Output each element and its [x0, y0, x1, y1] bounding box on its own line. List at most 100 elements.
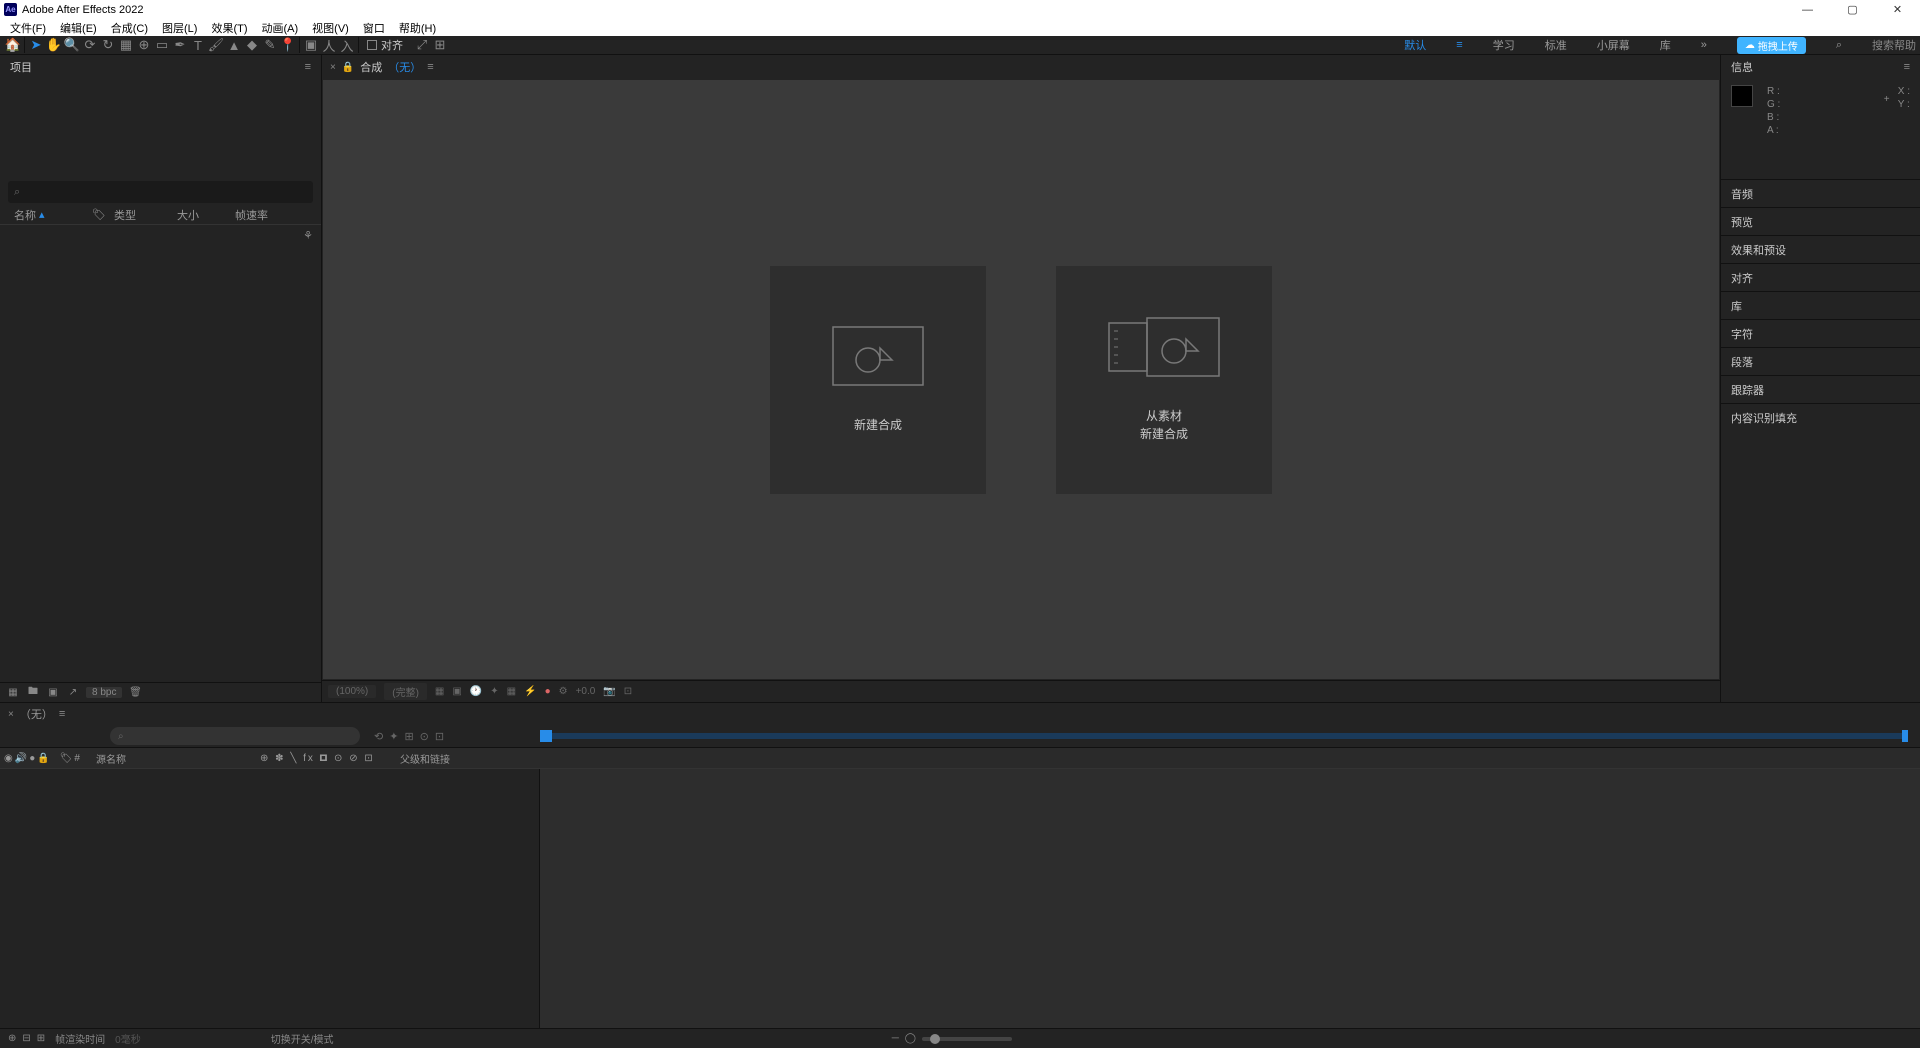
workspace-small[interactable]: 小屏幕 [1597, 37, 1630, 53]
lock-icon[interactable]: 🔒 [342, 62, 354, 73]
menu-animation[interactable]: 动画(A) [262, 20, 299, 36]
mask-btn-icon[interactable]: ▣ [452, 686, 461, 697]
tl-ico4[interactable]: ⊙ [420, 730, 429, 743]
trash-icon[interactable]: 🗑 [128, 687, 142, 698]
menu-window[interactable]: 窗口 [363, 20, 385, 36]
workspace-standard[interactable]: 标准 [1545, 37, 1567, 53]
gear-icon[interactable]: ⚙ [559, 686, 568, 697]
panel-tracker[interactable]: 跟踪器 [1721, 375, 1920, 403]
minimize-button[interactable]: — [1785, 0, 1830, 19]
flowchart-icon[interactable]: ⚘ [303, 229, 313, 242]
brush-tool[interactable]: 🖌 [207, 36, 225, 54]
tlf-ico3[interactable]: ⊞ [37, 1033, 45, 1044]
snap-btn-icon[interactable]: ✦ [490, 686, 498, 697]
workspace-overflow-icon[interactable]: » [1701, 39, 1707, 51]
menu-edit[interactable]: 编辑(E) [60, 20, 97, 36]
close-tab-icon[interactable]: × [330, 62, 336, 73]
region-icon[interactable]: ⊡ [624, 686, 632, 697]
solo-col-icon[interactable]: ● [29, 753, 35, 764]
stroke-icon[interactable]: 人 [320, 36, 338, 54]
tl-ico2[interactable]: ✦ [389, 730, 398, 743]
grid-btn-icon[interactable]: ▦ [435, 686, 444, 697]
col-type[interactable]: 类型 [114, 207, 169, 223]
fill-icon[interactable]: ▣ [302, 36, 320, 54]
pan-behind-tool[interactable]: ⊕ [135, 36, 153, 54]
bpc-button[interactable]: 8 bpc [86, 687, 122, 698]
num-col-icon[interactable]: # [74, 753, 80, 764]
workspace-learn[interactable]: 学习 [1493, 37, 1515, 53]
draft-icon[interactable]: ⚡ [524, 686, 536, 697]
close-tab-icon[interactable]: × [8, 709, 14, 720]
panel-audio[interactable]: 音频 [1721, 179, 1920, 207]
menu-file[interactable]: 文件(F) [10, 20, 46, 36]
label-col-icon[interactable]: 🏷 [60, 753, 73, 764]
new-composition-card[interactable]: 新建合成 [770, 266, 986, 494]
panel-contentaware[interactable]: 内容识别填充 [1721, 403, 1920, 431]
rotate-tool[interactable]: ↻ [99, 36, 117, 54]
eraser-tool[interactable]: ◆ [243, 36, 261, 54]
panel-character[interactable]: 字符 [1721, 319, 1920, 347]
camera-tool[interactable]: ▦ [117, 36, 135, 54]
zoom-slider[interactable] [922, 1037, 1012, 1041]
panel-effects[interactable]: 效果和预设 [1721, 235, 1920, 263]
from-footage-card[interactable]: 从素材新建合成 [1056, 266, 1272, 494]
time-ruler[interactable] [540, 727, 1908, 745]
upload-button[interactable]: ☁拖拽上传 [1737, 37, 1806, 54]
panel-library[interactable]: 库 [1721, 291, 1920, 319]
puppet-tool[interactable]: 📍 [279, 36, 297, 54]
close-button[interactable]: ✕ [1875, 0, 1920, 19]
timeline-tracks[interactable] [540, 769, 1920, 1028]
workspace-default[interactable]: 默认 [1404, 37, 1426, 53]
tlf-ico1[interactable]: ⊕ [8, 1033, 16, 1044]
home-tool[interactable]: 🏠 [4, 36, 22, 54]
panel-menu-icon[interactable]: ≡ [305, 61, 311, 73]
menu-composition[interactable]: 合成(C) [111, 20, 148, 36]
menu-help[interactable]: 帮助(H) [399, 20, 436, 36]
project-list[interactable]: ⚘ [0, 225, 321, 682]
panel-menu-icon[interactable]: ≡ [59, 708, 65, 720]
hand-tool[interactable]: ✋ [45, 36, 63, 54]
workarea-end-icon[interactable] [1902, 730, 1908, 742]
workspace-menu-icon[interactable]: ≡ [1456, 39, 1462, 51]
panel-menu-icon[interactable]: ≡ [1904, 61, 1910, 73]
shape-tool[interactable]: ▭ [153, 36, 171, 54]
time-btn-icon[interactable]: 🕐 [470, 686, 482, 697]
col-size[interactable]: 大小 [177, 207, 227, 223]
project-search[interactable]: ⌕ [8, 181, 313, 203]
camera-icon[interactable]: 📷 [603, 686, 615, 697]
res-dropdown[interactable]: (完整) [384, 683, 427, 700]
col-source[interactable]: 源名称 [90, 751, 260, 766]
col-name[interactable]: 名称 [14, 207, 36, 223]
panel-preview[interactable]: 预览 [1721, 207, 1920, 235]
eye-col-icon[interactable]: ◉ [4, 753, 13, 764]
panel-paragraph[interactable]: 段落 [1721, 347, 1920, 375]
playhead-icon[interactable] [540, 730, 552, 742]
snap-checkbox[interactable] [367, 40, 377, 50]
search-help-label[interactable]: 搜索帮助 [1872, 37, 1916, 53]
search-icon[interactable]: ⌕ [1836, 39, 1842, 52]
type-tool[interactable]: T [189, 36, 207, 54]
workspace-library[interactable]: 库 [1660, 37, 1671, 53]
timeline-search[interactable]: ⌕ [110, 727, 360, 745]
speaker-col-icon[interactable]: 🔊 [15, 753, 27, 764]
roto-tool[interactable]: ✎ [261, 36, 279, 54]
tl-ico1[interactable]: ⟲ [374, 730, 383, 743]
selection-tool[interactable]: ➤ [27, 36, 45, 54]
adjust-icon[interactable]: ↗ [66, 687, 80, 698]
col-parent[interactable]: 父级和链接 [400, 751, 540, 766]
maximize-button[interactable]: ▢ [1830, 0, 1875, 19]
stroke2-icon[interactable]: 入 [338, 36, 356, 54]
tlf-ico2[interactable]: ⊟ [22, 1033, 30, 1044]
zoom-out-icon[interactable]: ─ [892, 1033, 899, 1044]
zoom-dropdown[interactable]: (100%) [328, 685, 376, 698]
pen-tool[interactable]: ✒ [171, 36, 189, 54]
lock-col-icon[interactable]: 🔒 [37, 753, 49, 764]
interpret-icon[interactable]: ▦ [6, 687, 20, 698]
grid-icon[interactable]: ⊞ [431, 36, 449, 54]
zoom-knob-icon[interactable]: ◯ [905, 1033, 916, 1044]
col-fps[interactable]: 帧速率 [235, 207, 268, 223]
menu-layer[interactable]: 图层(L) [162, 20, 197, 36]
zoom-tool[interactable]: 🔍 [63, 36, 81, 54]
folder-icon[interactable]: 🖿 [26, 684, 40, 701]
menu-view[interactable]: 视图(V) [312, 20, 349, 36]
